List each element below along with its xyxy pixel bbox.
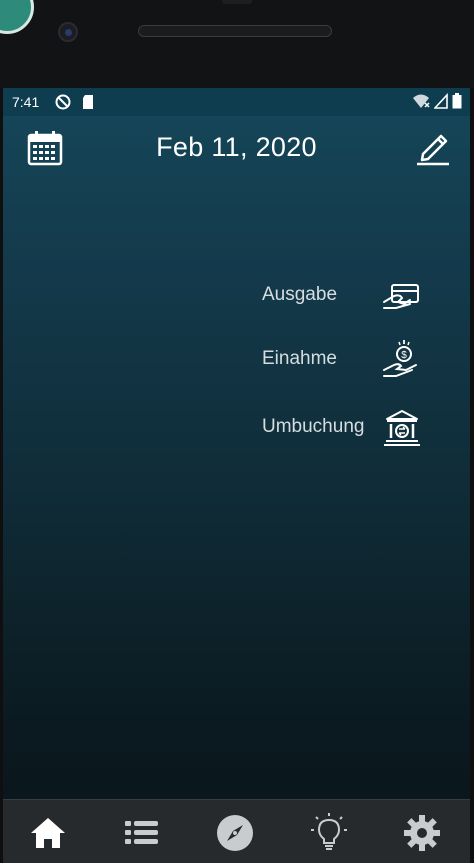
sd-card-icon [83,95,93,109]
battery-icon [452,93,462,109]
list-icon[interactable] [121,812,163,854]
action-einahme[interactable]: Einahme $ [262,340,432,380]
action-umbuchung[interactable]: Umbuchung [262,408,432,448]
bottom-navigation [3,799,470,863]
app-screen: 7:41 Feb 11, 2020 Ausgabe Einahme $ Umbu… [3,88,470,863]
gear-icon[interactable] [401,812,443,854]
coin-hand-icon: $ [383,340,417,377]
edit-pencil-icon[interactable] [415,128,451,166]
lightbulb-icon[interactable] [308,812,350,854]
device-bezel [0,0,474,88]
card-hand-icon [383,284,419,309]
status-time: 7:41 [12,94,40,110]
dnd-icon [55,94,71,110]
sensor-notch [222,0,252,4]
earpiece-speaker [138,25,332,37]
floating-app-bubble[interactable] [0,0,34,34]
date-header: Feb 11, 2020 [3,116,470,184]
action-ausgabe[interactable]: Ausgabe [262,276,432,316]
status-right-icons [412,93,462,109]
home-icon[interactable] [27,812,69,854]
action-label: Einahme [262,348,337,369]
action-label: Umbuchung [262,416,365,437]
selected-date[interactable]: Feb 11, 2020 [3,132,470,163]
bank-transfer-icon [384,410,420,446]
action-label: Ausgabe [262,284,338,305]
front-camera [58,22,78,42]
wifi-icon [413,94,430,108]
svg-text:$: $ [401,350,407,361]
status-bar: 7:41 [3,88,470,116]
compass-icon[interactable] [214,812,256,854]
signal-icon [434,93,448,109]
